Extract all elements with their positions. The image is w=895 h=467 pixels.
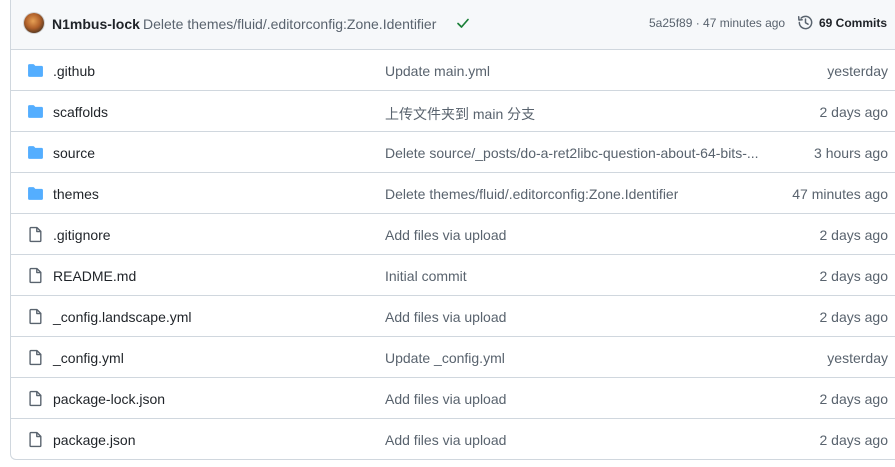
folder-icon xyxy=(27,144,44,161)
file-icon xyxy=(27,226,44,243)
file-icon xyxy=(27,390,44,407)
file-commit-age: 2 days ago xyxy=(819,432,889,448)
file-commit-message-link[interactable]: Add files via upload xyxy=(385,391,506,407)
file-browser: N1mbus-lock Delete themes/fluid/.editorc… xyxy=(10,0,895,460)
commit-message-link[interactable]: Delete themes/fluid/.editorconfig:Zone.I… xyxy=(143,16,436,32)
file-name-link[interactable]: .gitignore xyxy=(53,227,111,243)
file-commit-age: 2 days ago xyxy=(819,391,889,407)
file-row[interactable]: package-lock.json Add files via upload 2 d… xyxy=(11,378,895,419)
file-icon xyxy=(27,308,44,325)
commits-count-link[interactable]: 69 Commits xyxy=(819,16,887,30)
file-name-link[interactable]: scaffolds xyxy=(53,104,108,120)
file-icon xyxy=(27,431,44,448)
file-commit-age: yesterday xyxy=(827,63,888,79)
file-commit-message-link[interactable]: Update main.yml xyxy=(385,63,490,79)
file-row[interactable]: _config.yml Update _config.yml yesterday xyxy=(11,337,895,378)
commit-hash-time[interactable]: 5a25f89 · 47 minutes ago xyxy=(649,16,785,30)
file-commit-age: 47 minutes ago xyxy=(792,186,888,202)
file-row[interactable]: source Delete source/_posts/do-a-ret2libc… xyxy=(11,132,895,173)
file-commit-message-link[interactable]: Initial commit xyxy=(385,268,467,284)
file-row[interactable]: package.json Add files via upload 2 days a… xyxy=(11,419,895,460)
file-commit-message-link[interactable]: Add files via upload xyxy=(385,432,506,448)
file-icon xyxy=(27,349,44,366)
file-name-link[interactable]: .github xyxy=(53,63,95,79)
file-commit-age: 2 days ago xyxy=(819,268,889,284)
folder-icon xyxy=(27,103,44,120)
folder-icon xyxy=(27,185,44,202)
file-commit-age: yesterday xyxy=(827,350,888,366)
file-name-link[interactable]: themes xyxy=(53,186,99,202)
file-row[interactable]: _config.landscape.yml Add files via uploa… xyxy=(11,296,895,337)
avatar[interactable] xyxy=(24,13,44,33)
file-commit-message-link[interactable]: Update _config.yml xyxy=(385,350,505,366)
file-commit-message-link[interactable]: 上传文件夹到 main 分支 xyxy=(385,104,535,124)
history-icon[interactable] xyxy=(797,14,814,31)
commit-author-link[interactable]: N1mbus-lock xyxy=(52,16,140,32)
folder-icon xyxy=(27,62,44,79)
file-commit-message-link[interactable]: Add files via upload xyxy=(385,227,506,243)
file-name-link[interactable]: _config.landscape.yml xyxy=(53,309,192,325)
file-row[interactable]: themes Delete themes/fluid/.editorconfig:… xyxy=(11,173,895,214)
file-name-link[interactable]: package.json xyxy=(53,432,136,448)
file-row[interactable]: .github Update main.yml yesterday xyxy=(11,50,895,91)
file-commit-message-link[interactable]: Delete source/_posts/do-a-ret2libc-quest… xyxy=(385,145,759,161)
file-name-link[interactable]: source xyxy=(53,145,95,161)
file-commit-age: 3 hours ago xyxy=(814,145,888,161)
file-commit-age: 2 days ago xyxy=(819,227,889,243)
file-commit-age: 2 days ago xyxy=(819,309,889,325)
file-list: .github Update main.yml yesterday scaffolds… xyxy=(11,50,895,460)
file-name-link[interactable]: README.md xyxy=(53,268,136,284)
file-row[interactable]: scaffolds 上传文件夹到 main 分支 2 days ago xyxy=(11,91,895,132)
file-row[interactable]: .gitignore Add files via upload 2 days ago xyxy=(11,214,895,255)
latest-commit-bar: N1mbus-lock Delete themes/fluid/.editorc… xyxy=(11,0,895,50)
file-icon xyxy=(27,267,44,284)
file-commit-age: 2 days ago xyxy=(819,104,889,120)
file-name-link[interactable]: _config.yml xyxy=(53,350,124,366)
file-name-link[interactable]: package-lock.json xyxy=(53,391,165,407)
file-commit-message-link[interactable]: Delete themes/fluid/.editorconfig:Zone.I… xyxy=(385,186,678,202)
check-icon[interactable] xyxy=(455,15,471,31)
file-commit-message-link[interactable]: Add files via upload xyxy=(385,309,506,325)
file-row[interactable]: README.md Initial commit 2 days ago xyxy=(11,255,895,296)
